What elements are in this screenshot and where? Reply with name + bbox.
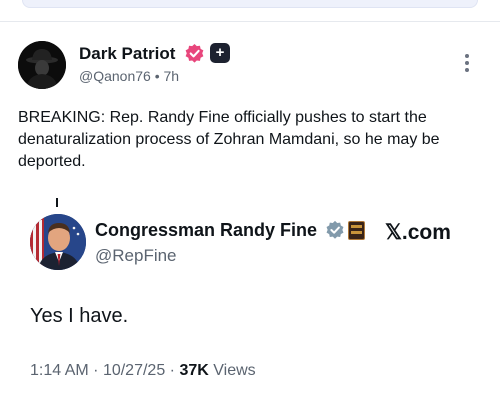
author-handle[interactable]: @Qanon76 (79, 68, 151, 84)
subscriber-plus-icon: + (210, 43, 230, 63)
divider-tick (56, 198, 58, 207)
divider (0, 21, 500, 22)
meta-separator: • (154, 68, 160, 84)
author-avatar[interactable] (18, 41, 66, 89)
x-logo: 𝕏.com (385, 221, 451, 244)
quoted-post-text: Yes I have. (30, 305, 129, 327)
footer-dot: · (169, 362, 175, 379)
quoted-author-avatar[interactable] (30, 214, 86, 270)
more-options-icon[interactable] (460, 52, 474, 76)
quoted-author-handle[interactable]: @RepFine (95, 246, 177, 266)
author-name[interactable]: Dark Patriot (79, 44, 175, 64)
post-time[interactable]: 1:14 AM (30, 362, 89, 379)
post-date[interactable]: 10/27/25 (103, 362, 165, 379)
post-age[interactable]: 7h (164, 68, 180, 84)
previous-item-edge (22, 0, 478, 8)
top-strip (0, 0, 500, 22)
government-affiliation-icon (348, 221, 365, 240)
views-label: Views (213, 362, 256, 379)
author-meta: @Qanon76 • 7h (79, 68, 179, 84)
post-footer: 1:14 AM · 10/27/25 · 37K Views (30, 362, 256, 380)
post-text: BREAKING: Rep. Randy Fine officially pus… (18, 109, 440, 170)
footer-dot: · (93, 362, 99, 379)
quoted-verified-badge-icon (325, 220, 345, 240)
quoted-author-name[interactable]: Congressman Randy Fine (95, 220, 317, 241)
verified-badge-icon (184, 43, 205, 64)
views-count[interactable]: 37K (179, 362, 208, 379)
